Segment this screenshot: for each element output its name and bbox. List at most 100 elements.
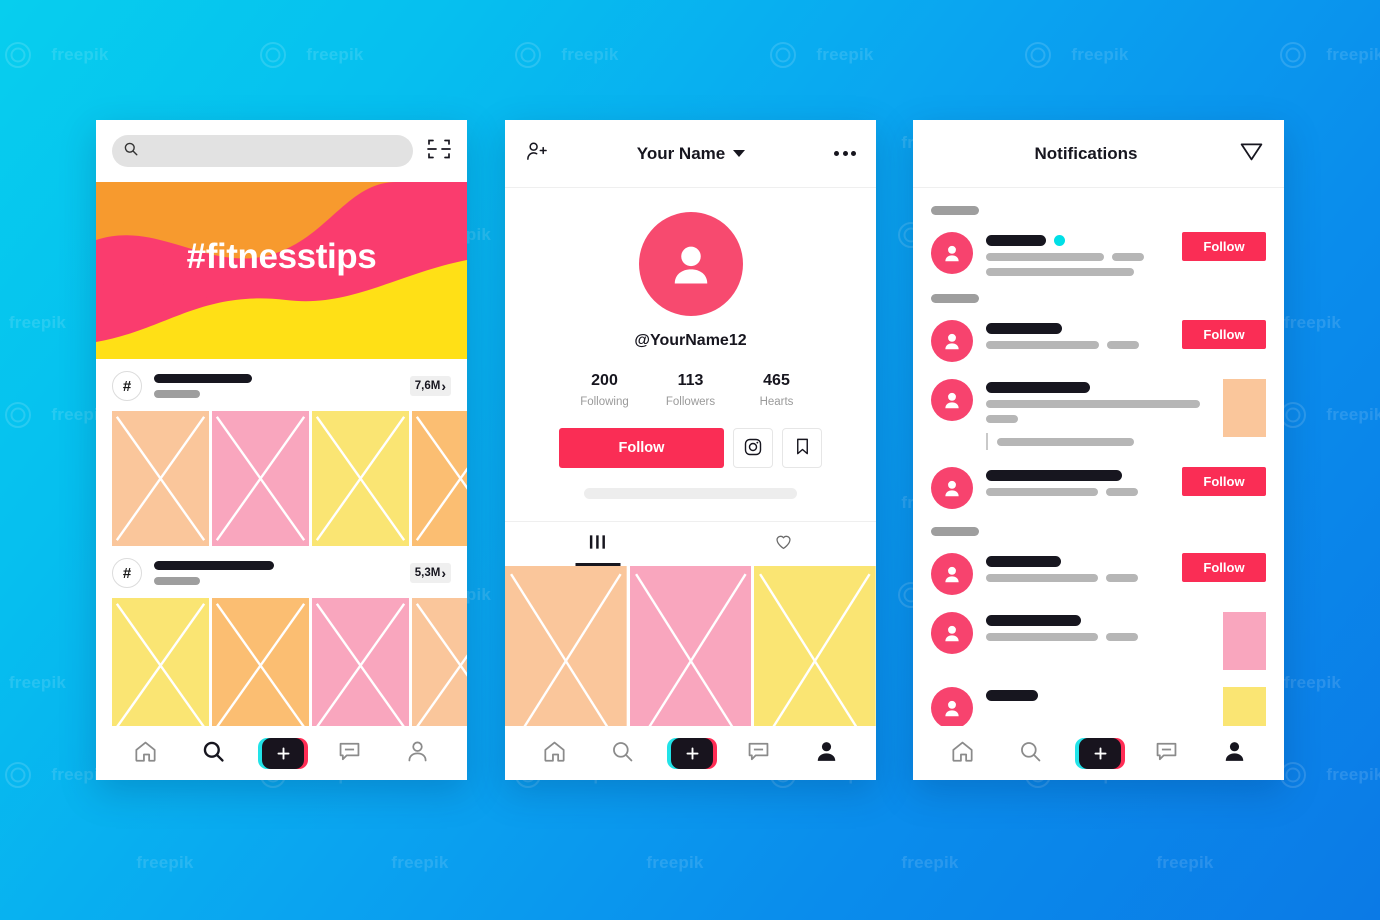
notification-name-line — [986, 470, 1169, 481]
notification-name-line — [986, 382, 1210, 393]
message-icon — [746, 739, 771, 769]
notification-thumbnail[interactable] — [1223, 612, 1266, 670]
notification-row[interactable]: Follow — [931, 460, 1266, 519]
avatar[interactable] — [638, 212, 743, 316]
avatar[interactable] — [931, 687, 973, 729]
search-icon — [201, 739, 226, 769]
nav-item-search[interactable] — [1008, 734, 1054, 774]
notification-sub-line — [986, 341, 1169, 349]
instagram-icon — [743, 437, 763, 460]
nav-item-inbox[interactable] — [326, 734, 372, 774]
scan-frame-icon[interactable] — [427, 137, 451, 166]
person-icon — [945, 700, 959, 717]
nav-item-profile[interactable] — [1211, 734, 1257, 774]
thumbnail[interactable] — [312, 598, 409, 733]
avatar[interactable] — [931, 379, 973, 421]
more-dots-icon[interactable] — [834, 151, 856, 156]
stat-followers[interactable]: 113 Followers — [648, 372, 734, 408]
search-input-wrap[interactable] — [112, 135, 413, 167]
create-button[interactable] — [258, 738, 309, 769]
instagram-button[interactable] — [733, 428, 773, 468]
follow-button[interactable]: Follow — [1182, 232, 1266, 261]
stat-following[interactable]: 200 Following — [562, 372, 648, 408]
nav-item-home[interactable] — [123, 734, 169, 774]
follow-button[interactable]: Follow — [1182, 320, 1266, 349]
hashtag-count[interactable]: 7,6M › — [409, 376, 451, 396]
notification-thumbnail[interactable] — [1223, 379, 1266, 437]
person-icon — [1222, 739, 1247, 769]
message-icon — [337, 739, 362, 769]
nav-item-search[interactable] — [600, 734, 646, 774]
bookmark-button[interactable] — [782, 428, 822, 468]
sub-bar-short — [1107, 341, 1139, 349]
hashtag-row[interactable]: # 5,3M › — [96, 546, 467, 598]
notification-name-line — [986, 235, 1169, 246]
avatar[interactable] — [931, 553, 973, 595]
notification-row[interactable] — [931, 372, 1266, 460]
hashtag-count[interactable]: 5,3M › — [409, 563, 451, 583]
notification-sub-line — [986, 488, 1169, 496]
thumbnail[interactable] — [412, 598, 467, 733]
thumbnail[interactable] — [112, 411, 209, 546]
stat-label: Following — [580, 396, 629, 408]
profile-title-dropdown[interactable]: Your Name — [548, 144, 834, 164]
profile-header: Your Name — [505, 120, 876, 188]
follow-button[interactable]: Follow — [1182, 467, 1266, 496]
bottom-nav-discover — [96, 726, 467, 780]
profile-stats: 200 Following 113 Followers 465 Hearts — [505, 372, 876, 408]
avatar[interactable] — [931, 232, 973, 274]
thumbnail[interactable] — [212, 598, 309, 733]
nav-item-home[interactable] — [940, 734, 986, 774]
nav-item-home[interactable] — [532, 734, 578, 774]
send-triangle-icon[interactable] — [1239, 139, 1264, 169]
page-title: #fitnesstips — [186, 236, 377, 276]
thumbnail[interactable] — [212, 411, 309, 546]
avatar[interactable] — [931, 612, 973, 654]
notification-sub-line — [986, 633, 1210, 641]
search-input[interactable] — [146, 143, 401, 159]
create-button[interactable] — [1075, 738, 1126, 769]
nav-item-profile[interactable] — [394, 734, 440, 774]
placeholder-image — [312, 598, 409, 733]
person-icon — [945, 245, 959, 262]
stat-hearts[interactable]: 465 Hearts — [734, 372, 820, 408]
hashtag-thumbs — [96, 411, 467, 546]
hashtag-count-value: 7,6M — [414, 380, 441, 392]
stat-value: 113 — [677, 372, 704, 389]
notification-row[interactable] — [931, 605, 1266, 680]
notification-group-label — [931, 294, 979, 303]
bio-placeholder — [584, 488, 797, 499]
follow-button[interactable]: Follow — [1182, 553, 1266, 582]
hashtag-row[interactable]: # 7,6M › — [96, 359, 467, 411]
notifications-title: Notifications — [1034, 143, 1138, 163]
notification-text — [986, 467, 1169, 496]
placeholder-image — [112, 411, 209, 546]
avatar[interactable] — [931, 467, 973, 509]
nav-item-inbox[interactable] — [735, 734, 781, 774]
thumbnail[interactable] — [112, 598, 209, 733]
nav-item-search[interactable] — [191, 734, 237, 774]
person-add-icon[interactable] — [525, 140, 548, 168]
chevron-right-icon: › — [441, 378, 446, 394]
thumbnail[interactable] — [412, 411, 467, 546]
thumbnail[interactable] — [312, 411, 409, 546]
tab-grid[interactable] — [505, 522, 691, 566]
avatar[interactable] — [931, 320, 973, 362]
nav-item-profile[interactable] — [803, 734, 849, 774]
tab-liked[interactable] — [691, 522, 877, 566]
create-button[interactable] — [667, 738, 718, 769]
nav-item-inbox[interactable] — [1143, 734, 1189, 774]
notification-row[interactable]: Follow — [931, 546, 1266, 605]
notification-row[interactable]: Follow — [931, 313, 1266, 372]
sub-bar — [986, 341, 1099, 349]
search-row — [96, 120, 467, 182]
placeholder-image — [212, 598, 309, 733]
follow-button[interactable]: Follow — [559, 428, 724, 468]
hashtag-rows: # 7,6M › # 5,3M › — [96, 359, 467, 733]
plus-icon — [1079, 738, 1122, 769]
notification-row[interactable]: Follow — [931, 225, 1266, 286]
person-icon — [405, 739, 430, 769]
notification-name-line — [986, 615, 1210, 626]
hash-icon: # — [112, 558, 142, 588]
placeholder-image — [412, 411, 467, 546]
